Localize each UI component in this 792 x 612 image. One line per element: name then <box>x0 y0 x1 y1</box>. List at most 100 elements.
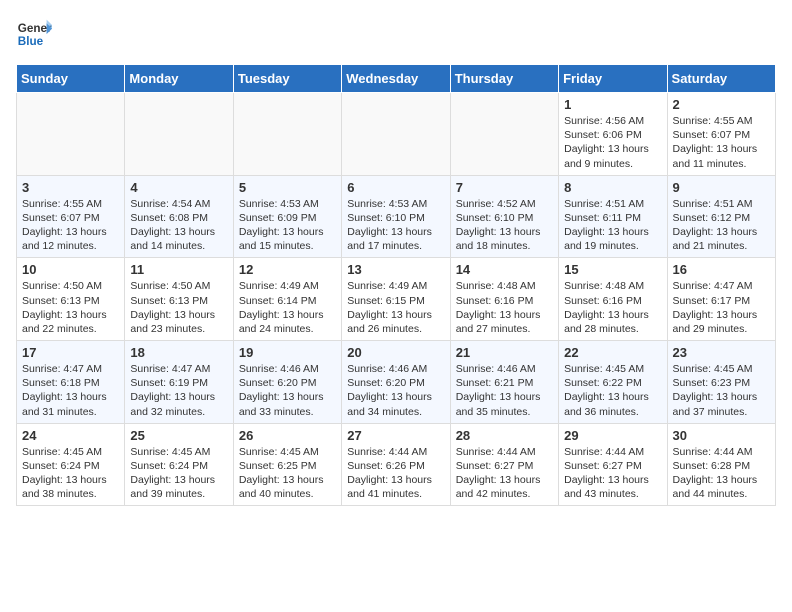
day-info: Sunrise: 4:46 AM Sunset: 6:21 PM Dayligh… <box>456 362 553 419</box>
day-number: 17 <box>22 345 119 360</box>
day-cell: 2Sunrise: 4:55 AM Sunset: 6:07 PM Daylig… <box>667 93 775 176</box>
day-cell: 27 Sunrise: 4:44 AM Sunset: 6:26 PM Dayli… <box>342 423 450 506</box>
svg-text:Blue: Blue <box>18 35 44 48</box>
day-cell: 13Sunrise: 4:49 AM Sunset: 6:15 PM Dayli… <box>342 258 450 341</box>
week-row-4: 17 Sunrise: 4:47 AM Sunset: 6:18 PM Dayli… <box>17 341 776 424</box>
week-row-5: 24 Sunrise: 4:45 AM Sunset: 6:24 PM Dayli… <box>17 423 776 506</box>
day-cell <box>233 93 341 176</box>
day-number: 11 <box>130 262 227 277</box>
day-info: Sunrise: 4:49 AM Sunset: 6:14 PM Dayligh… <box>239 279 336 336</box>
day-info: Sunrise: 4:45 AM Sunset: 6:24 PM Dayligh… <box>22 445 119 502</box>
day-info: Sunrise: 4:44 AM Sunset: 6:27 PM Dayligh… <box>564 445 661 502</box>
day-number: 10 <box>22 262 119 277</box>
day-info: Sunrise: 4:55 AM Sunset: 6:07 PM Dayligh… <box>22 197 119 254</box>
day-cell: 11 Sunrise: 4:50 AM Sunset: 6:13 PM Dayli… <box>125 258 233 341</box>
day-info: Sunrise: 4:44 AM Sunset: 6:26 PM Dayligh… <box>347 445 444 502</box>
day-cell: 5 Sunrise: 4:53 AM Sunset: 6:09 PM Daylig… <box>233 175 341 258</box>
day-info: Sunrise: 4:44 AM Sunset: 6:27 PM Dayligh… <box>456 445 553 502</box>
day-number: 1 <box>564 97 661 112</box>
day-info: Sunrise: 4:55 AM Sunset: 6:07 PM Dayligh… <box>673 114 770 171</box>
day-number: 8 <box>564 180 661 195</box>
day-info: Sunrise: 4:49 AM Sunset: 6:15 PM Dayligh… <box>347 279 444 336</box>
day-cell: 15Sunrise: 4:48 AM Sunset: 6:16 PM Dayli… <box>559 258 667 341</box>
header-cell-tuesday: Tuesday <box>233 65 341 93</box>
day-number: 25 <box>130 428 227 443</box>
day-cell: 24 Sunrise: 4:45 AM Sunset: 6:24 PM Dayli… <box>17 423 125 506</box>
day-cell: 29 Sunrise: 4:44 AM Sunset: 6:27 PM Dayli… <box>559 423 667 506</box>
day-number: 24 <box>22 428 119 443</box>
day-info: Sunrise: 4:45 AM Sunset: 6:24 PM Dayligh… <box>130 445 227 502</box>
day-cell: 6 Sunrise: 4:53 AM Sunset: 6:10 PM Daylig… <box>342 175 450 258</box>
day-number: 7 <box>456 180 553 195</box>
calendar-header: SundayMondayTuesdayWednesdayThursdayFrid… <box>17 65 776 93</box>
day-number: 22 <box>564 345 661 360</box>
day-cell: 3 Sunrise: 4:55 AM Sunset: 6:07 PM Daylig… <box>17 175 125 258</box>
day-cell: 14Sunrise: 4:48 AM Sunset: 6:16 PM Dayli… <box>450 258 558 341</box>
day-cell: 16Sunrise: 4:47 AM Sunset: 6:17 PM Dayli… <box>667 258 775 341</box>
header-cell-friday: Friday <box>559 65 667 93</box>
day-cell: 25 Sunrise: 4:45 AM Sunset: 6:24 PM Dayli… <box>125 423 233 506</box>
logo: General Blue <box>16 16 52 52</box>
day-cell: 17 Sunrise: 4:47 AM Sunset: 6:18 PM Dayli… <box>17 341 125 424</box>
day-number: 20 <box>347 345 444 360</box>
day-cell: 19Sunrise: 4:46 AM Sunset: 6:20 PM Dayli… <box>233 341 341 424</box>
day-info: Sunrise: 4:50 AM Sunset: 6:13 PM Dayligh… <box>22 279 119 336</box>
day-info: Sunrise: 4:46 AM Sunset: 6:20 PM Dayligh… <box>347 362 444 419</box>
day-cell: 10 Sunrise: 4:50 AM Sunset: 6:13 PM Dayli… <box>17 258 125 341</box>
day-number: 3 <box>22 180 119 195</box>
day-cell: 22 Sunrise: 4:45 AM Sunset: 6:22 PM Dayli… <box>559 341 667 424</box>
header-cell-saturday: Saturday <box>667 65 775 93</box>
day-cell: 21 Sunrise: 4:46 AM Sunset: 6:21 PM Dayli… <box>450 341 558 424</box>
day-info: Sunrise: 4:47 AM Sunset: 6:18 PM Dayligh… <box>22 362 119 419</box>
day-number: 5 <box>239 180 336 195</box>
day-cell: 30 Sunrise: 4:44 AM Sunset: 6:28 PM Dayli… <box>667 423 775 506</box>
day-info: Sunrise: 4:44 AM Sunset: 6:28 PM Dayligh… <box>673 445 770 502</box>
day-number: 30 <box>673 428 770 443</box>
header-cell-wednesday: Wednesday <box>342 65 450 93</box>
day-info: Sunrise: 4:48 AM Sunset: 6:16 PM Dayligh… <box>564 279 661 336</box>
calendar-table: SundayMondayTuesdayWednesdayThursdayFrid… <box>16 64 776 506</box>
day-number: 12 <box>239 262 336 277</box>
calendar-body: 1 Sunrise: 4:56 AM Sunset: 6:06 PM Daylig… <box>17 93 776 506</box>
day-info: Sunrise: 4:53 AM Sunset: 6:10 PM Dayligh… <box>347 197 444 254</box>
day-number: 9 <box>673 180 770 195</box>
day-number: 27 <box>347 428 444 443</box>
day-cell: 26 Sunrise: 4:45 AM Sunset: 6:25 PM Dayli… <box>233 423 341 506</box>
day-info: Sunrise: 4:48 AM Sunset: 6:16 PM Dayligh… <box>456 279 553 336</box>
day-info: Sunrise: 4:47 AM Sunset: 6:19 PM Dayligh… <box>130 362 227 419</box>
day-info: Sunrise: 4:52 AM Sunset: 6:10 PM Dayligh… <box>456 197 553 254</box>
header-row: SundayMondayTuesdayWednesdayThursdayFrid… <box>17 65 776 93</box>
header: General Blue <box>16 16 776 52</box>
day-cell: 7 Sunrise: 4:52 AM Sunset: 6:10 PM Daylig… <box>450 175 558 258</box>
day-number: 23 <box>673 345 770 360</box>
day-number: 4 <box>130 180 227 195</box>
day-info: Sunrise: 4:50 AM Sunset: 6:13 PM Dayligh… <box>130 279 227 336</box>
day-info: Sunrise: 4:45 AM Sunset: 6:22 PM Dayligh… <box>564 362 661 419</box>
week-row-2: 3 Sunrise: 4:55 AM Sunset: 6:07 PM Daylig… <box>17 175 776 258</box>
day-number: 29 <box>564 428 661 443</box>
day-info: Sunrise: 4:54 AM Sunset: 6:08 PM Dayligh… <box>130 197 227 254</box>
day-cell <box>125 93 233 176</box>
day-number: 16 <box>673 262 770 277</box>
day-cell: 1 Sunrise: 4:56 AM Sunset: 6:06 PM Daylig… <box>559 93 667 176</box>
day-number: 6 <box>347 180 444 195</box>
day-info: Sunrise: 4:45 AM Sunset: 6:25 PM Dayligh… <box>239 445 336 502</box>
day-number: 26 <box>239 428 336 443</box>
day-info: Sunrise: 4:56 AM Sunset: 6:06 PM Dayligh… <box>564 114 661 171</box>
day-cell: 12 Sunrise: 4:49 AM Sunset: 6:14 PM Dayli… <box>233 258 341 341</box>
day-info: Sunrise: 4:53 AM Sunset: 6:09 PM Dayligh… <box>239 197 336 254</box>
day-cell: 28Sunrise: 4:44 AM Sunset: 6:27 PM Dayli… <box>450 423 558 506</box>
header-cell-monday: Monday <box>125 65 233 93</box>
day-cell <box>17 93 125 176</box>
day-info: Sunrise: 4:51 AM Sunset: 6:11 PM Dayligh… <box>564 197 661 254</box>
logo-icon: General Blue <box>16 16 52 52</box>
day-info: Sunrise: 4:45 AM Sunset: 6:23 PM Dayligh… <box>673 362 770 419</box>
day-number: 21 <box>456 345 553 360</box>
day-cell <box>342 93 450 176</box>
week-row-1: 1 Sunrise: 4:56 AM Sunset: 6:06 PM Daylig… <box>17 93 776 176</box>
day-cell: 18 Sunrise: 4:47 AM Sunset: 6:19 PM Dayli… <box>125 341 233 424</box>
day-number: 18 <box>130 345 227 360</box>
day-info: Sunrise: 4:51 AM Sunset: 6:12 PM Dayligh… <box>673 197 770 254</box>
day-cell: 9 Sunrise: 4:51 AM Sunset: 6:12 PM Daylig… <box>667 175 775 258</box>
day-cell: 8 Sunrise: 4:51 AM Sunset: 6:11 PM Daylig… <box>559 175 667 258</box>
